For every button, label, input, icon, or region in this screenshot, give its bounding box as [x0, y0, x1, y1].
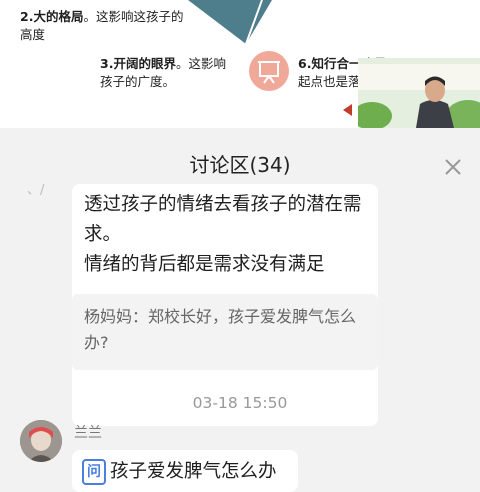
teacher-video-thumbnail[interactable] — [358, 58, 480, 128]
avatar[interactable] — [20, 420, 62, 462]
reply-line: 情绪的背后都是需求没有满足 — [84, 254, 325, 275]
message-timestamp: 03-18 15:50 — [192, 394, 288, 412]
quoted-message-text: 杨妈妈：郑校长好，孩子爱发脾气怎么办? — [84, 307, 357, 352]
reply-line: 透过孩子的情绪去看孩子的潜在需求。 — [84, 194, 362, 245]
question-badge-icon: 问 — [82, 459, 106, 485]
question-message-text: 孩子爱发脾气怎么办 — [110, 461, 277, 482]
close-icon — [445, 159, 461, 175]
lecture-slide: 2.大的格局。这影响这孩子的高度 3.开阔的眼界。这影响孩子的广度。 6.知行合… — [0, 0, 480, 128]
slide-point-2: 2.大的格局。这影响这孩子的高度 — [20, 9, 184, 42]
slide-point-3: 3.开阔的眼界。这影响孩子的广度。 — [100, 56, 226, 89]
user-avatar-image — [20, 420, 62, 462]
reply-message-text: 透过孩子的情绪去看孩子的潜在需求。 情绪的背后都是需求没有满足 — [84, 190, 374, 280]
question-message-bubble[interactable]: 问 孩子爱发脾气怎么办 — [72, 450, 298, 492]
discussion-panel: 讨论区(34) 、/ 透过孩子的情绪去看孩子的潜在需求。 情绪的背后都是需求没有… — [0, 128, 480, 492]
slide-arrow-icon — [343, 104, 352, 116]
truncated-author-stub: 、/ — [27, 183, 45, 198]
presentation-icon — [249, 51, 289, 91]
teacher-video-image — [358, 58, 480, 128]
reply-message-bubble[interactable]: 透过孩子的情绪去看孩子的潜在需求。 情绪的背后都是需求没有满足 杨妈妈：郑校长好… — [72, 184, 378, 426]
discussion-title: 讨论区(34) — [189, 153, 291, 177]
close-button[interactable] — [438, 152, 468, 182]
username: 兰兰 — [74, 425, 102, 441]
quoted-message: 杨妈妈：郑校长好，孩子爱发脾气怎么办? — [72, 294, 378, 370]
